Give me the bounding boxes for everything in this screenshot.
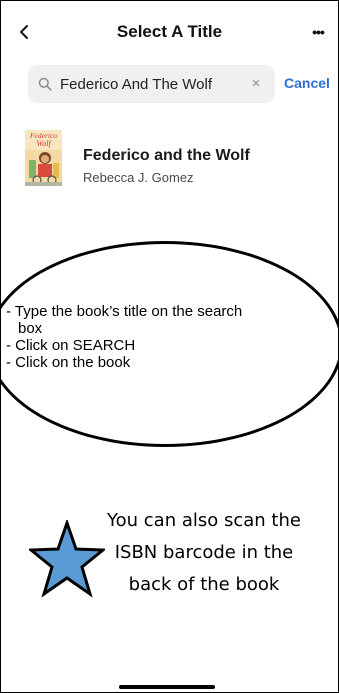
ellipsis-icon: ••• xyxy=(312,24,325,40)
book-title: Federico and the Wolf xyxy=(83,147,250,164)
instructions-text: - Type the book’s title on the search bo… xyxy=(6,303,336,371)
star-icon xyxy=(29,520,105,598)
nav-header: Select A Title ••• xyxy=(1,1,338,63)
clear-search-button[interactable]: × xyxy=(247,74,265,94)
close-icon: × xyxy=(251,75,261,92)
svg-text:Wolf: Wolf xyxy=(36,139,52,148)
more-options-button[interactable]: ••• xyxy=(306,23,330,41)
instruction-line: - Type the book’s title on the search xyxy=(6,303,243,320)
search-input[interactable] xyxy=(60,65,240,103)
instruction-line: - Click on SEARCH xyxy=(6,337,136,354)
page-title: Select A Title xyxy=(116,22,223,41)
scan-note: You can also scan the ISBN barcode in th… xyxy=(107,510,301,595)
search-bar[interactable]: × xyxy=(28,65,275,103)
app-screen: Select A Title ••• × Cancel Federico Wol… xyxy=(0,0,339,693)
search-result-item[interactable]: Federico Wolf Federico and the Wolf Rebe… xyxy=(1,125,338,195)
book-cover: Federico Wolf xyxy=(25,130,62,186)
instruction-line: - Click on the book xyxy=(6,354,131,371)
home-indicator[interactable] xyxy=(119,685,215,689)
book-cover-art: Federico Wolf xyxy=(25,130,62,186)
cancel-button[interactable]: Cancel xyxy=(284,75,330,91)
instruction-line: box xyxy=(18,320,43,337)
book-author: Rebecca J. Gomez xyxy=(83,170,194,185)
search-icon xyxy=(38,77,52,91)
